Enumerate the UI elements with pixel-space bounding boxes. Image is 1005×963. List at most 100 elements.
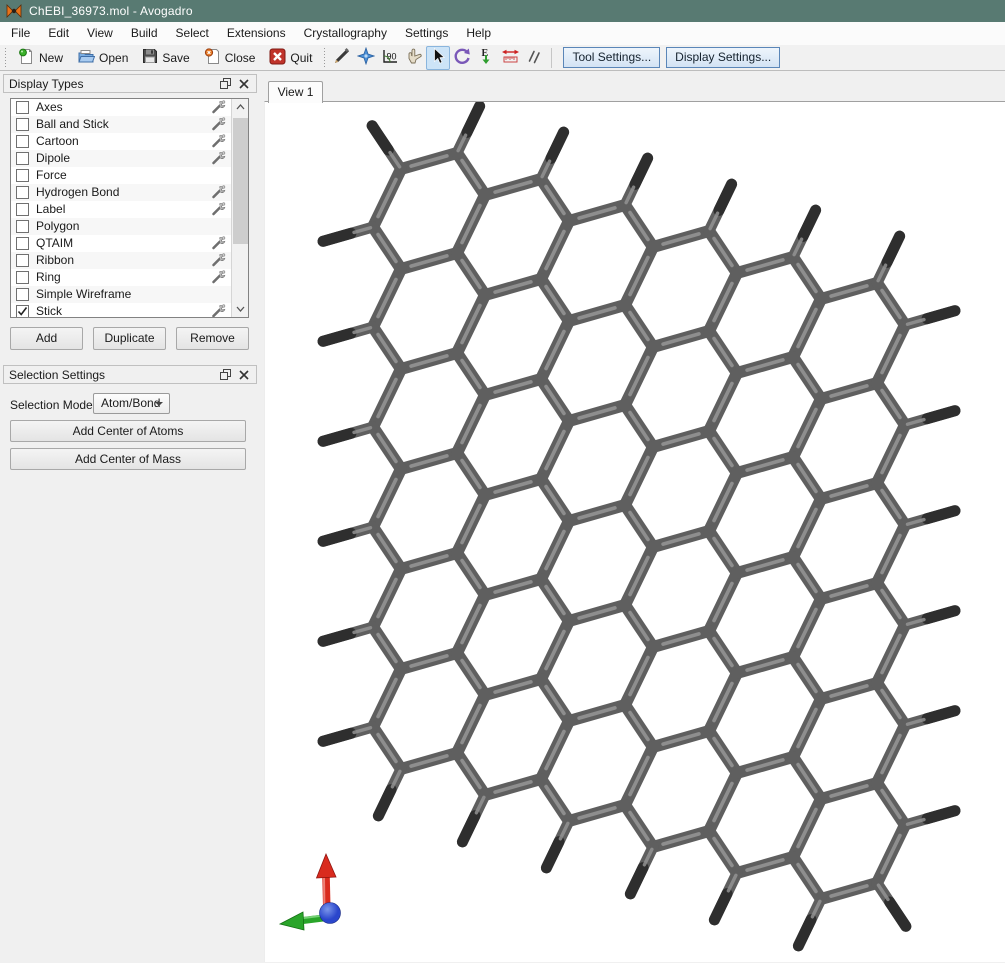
wrench-settings-icon[interactable] [211, 117, 226, 134]
tool-settings-button[interactable]: Tool Settings... [563, 47, 660, 68]
title-bar[interactable]: ChEBI_36973.mol - Avogadro [0, 0, 1005, 22]
display-type-checkbox[interactable] [16, 254, 29, 267]
auto-rotate-tool-button[interactable] [450, 46, 474, 70]
display-type-row[interactable]: Force [11, 167, 248, 184]
rotate-icon [453, 47, 471, 68]
wrench-settings-icon[interactable] [211, 185, 226, 202]
display-type-row[interactable]: Dipole [11, 150, 248, 167]
float-dock-icon[interactable] [218, 368, 232, 382]
add-display-type-button[interactable]: Add [10, 327, 83, 350]
display-type-label: Simple Wireframe [36, 287, 131, 301]
display-type-row[interactable]: Ribbon [11, 252, 248, 269]
menu-item-select[interactable]: Select [167, 22, 218, 45]
toolbar-grip[interactable] [322, 48, 327, 68]
display-type-checkbox[interactable] [16, 101, 29, 114]
display-type-row[interactable]: QTAIM [11, 235, 248, 252]
close-dock-icon[interactable] [237, 368, 251, 382]
main-toolbar: New OpenSaveCloseQuit 90 E Tool Settings... D… [0, 45, 1005, 71]
display-type-checkbox[interactable] [16, 271, 29, 284]
display-type-checkbox[interactable] [16, 288, 29, 301]
menu-bar: FileEditViewBuildSelectExtensionsCrystal… [0, 22, 1005, 45]
close-dock-icon[interactable] [237, 77, 251, 91]
display-type-row[interactable]: Axes [11, 99, 248, 116]
float-dock-icon[interactable] [218, 77, 232, 91]
view-tab-strip: View 1 [260, 71, 1005, 102]
angle-90-icon: 90 [381, 47, 399, 68]
navigate-tool-button[interactable] [354, 46, 378, 70]
wrench-settings-icon[interactable] [211, 304, 226, 318]
avogadro-app-icon [6, 4, 22, 18]
menu-item-view[interactable]: View [78, 22, 122, 45]
new-document-icon [18, 48, 35, 68]
duplicate-display-type-button[interactable]: Duplicate [93, 327, 166, 350]
list-scrollbar[interactable] [231, 99, 248, 317]
wrench-settings-icon[interactable] [211, 151, 226, 168]
remove-display-type-button[interactable]: Remove [176, 327, 249, 350]
add-center-of-atoms-button[interactable]: Add Center of Atoms [10, 420, 246, 442]
scroll-up-button[interactable] [232, 99, 249, 115]
display-type-row[interactable]: Hydrogen Bond [11, 184, 248, 201]
display-type-checkbox[interactable] [16, 118, 29, 131]
menu-item-edit[interactable]: Edit [39, 22, 78, 45]
display-type-label: Stick [36, 304, 62, 318]
display-type-checkbox[interactable] [16, 203, 29, 216]
display-type-checkbox[interactable] [16, 169, 29, 182]
wrench-settings-icon[interactable] [211, 236, 226, 253]
quit-button[interactable]: Quit [262, 46, 319, 70]
display-type-row[interactable]: Simple Wireframe [11, 286, 248, 303]
3d-viewport[interactable] [264, 101, 1005, 962]
wrench-settings-icon[interactable] [211, 270, 226, 287]
display-types-list[interactable]: AxesBall and StickCartoonDipoleForce Hydr… [10, 98, 249, 318]
open-button[interactable]: Open [70, 46, 135, 70]
tab-view-1[interactable]: View 1 [268, 81, 323, 103]
scroll-down-button[interactable] [232, 301, 249, 317]
auto-optimize-tool-button[interactable]: E [474, 46, 498, 70]
selection-mode-dropdown[interactable]: Atom/Bond [93, 393, 170, 414]
bond-centric-tool-button[interactable]: 90 [378, 46, 402, 70]
scrollbar-thumb[interactable] [233, 118, 248, 244]
display-type-checkbox[interactable] [16, 220, 29, 233]
display-type-row[interactable]: Ring [11, 269, 248, 286]
menu-item-crystallography[interactable]: Crystallography [295, 22, 396, 45]
menu-item-help[interactable]: Help [457, 22, 500, 45]
ruler-icon [501, 47, 520, 68]
menu-item-file[interactable]: File [2, 22, 39, 45]
draw-tool-button[interactable] [330, 46, 354, 70]
navigate-star-icon [357, 47, 375, 68]
align-tool-button[interactable] [522, 46, 546, 70]
display-type-row[interactable]: Ball and Stick [11, 116, 248, 133]
z-axis-ball-blue [320, 903, 341, 924]
menu-item-build[interactable]: Build [122, 22, 167, 45]
display-type-checkbox[interactable] [16, 186, 29, 199]
wrench-settings-icon[interactable] [211, 253, 226, 270]
toolbar-grip[interactable] [3, 48, 8, 68]
display-settings-button[interactable]: Display Settings... [666, 47, 780, 68]
selection-tool-button[interactable] [426, 46, 450, 70]
menu-item-settings[interactable]: Settings [396, 22, 457, 45]
wrench-settings-icon[interactable] [211, 202, 226, 219]
measure-tool-button[interactable] [498, 46, 522, 70]
chevron-down-icon [155, 402, 163, 406]
quit-icon [269, 48, 286, 68]
close-button[interactable]: Close [197, 46, 263, 70]
menu-item-extensions[interactable]: Extensions [218, 22, 295, 45]
wrench-settings-icon[interactable] [211, 100, 226, 117]
display-type-row[interactable]: Stick [11, 303, 248, 318]
new-button[interactable]: New [11, 46, 70, 70]
display-type-checkbox[interactable] [16, 152, 29, 165]
display-type-label: Polygon [36, 219, 79, 233]
display-type-row[interactable]: Polygon [11, 218, 248, 235]
display-type-checkbox[interactable] [16, 135, 29, 148]
toolbar-button-label: New [39, 51, 63, 65]
display-type-checkbox[interactable] [16, 237, 29, 250]
wrench-settings-icon[interactable] [211, 134, 226, 151]
display-type-row[interactable]: Label [11, 201, 248, 218]
display-type-label: Force [36, 168, 67, 182]
selection-settings-title: Selection Settings [9, 368, 213, 382]
display-type-row[interactable]: Cartoon [11, 133, 248, 150]
display-type-label: Ring [36, 270, 61, 284]
add-center-of-mass-button[interactable]: Add Center of Mass [10, 448, 246, 470]
display-type-checkbox[interactable] [16, 305, 29, 318]
manipulate-tool-button[interactable] [402, 46, 426, 70]
save-button[interactable]: Save [135, 46, 196, 70]
